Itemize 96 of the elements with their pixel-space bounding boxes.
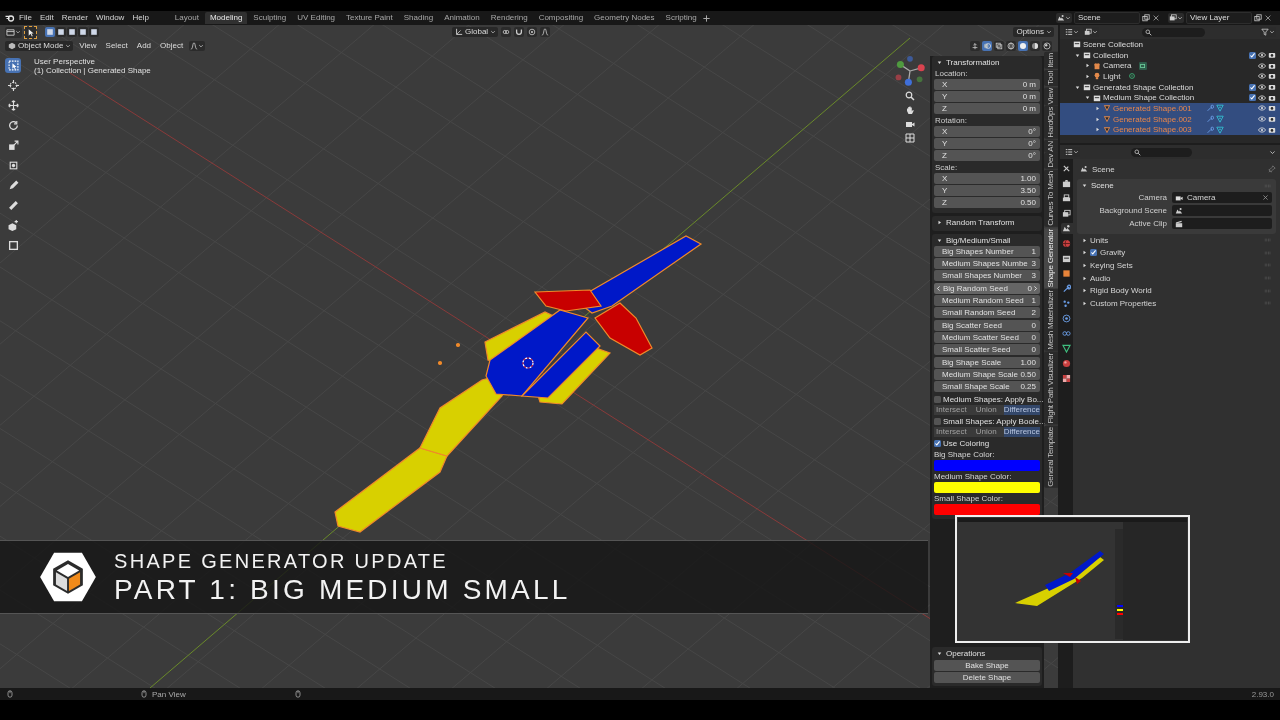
field-label: Active Clip	[1128, 219, 1168, 228]
sidebar-tab[interactable]: Dev	[1044, 153, 1058, 170]
subpanel-header[interactable]: Custom Properties	[1077, 296, 1276, 310]
field-label: Big Shape Color:	[934, 450, 996, 460]
number-field[interactable]: Small Scatter Seed 0	[934, 344, 1040, 355]
view-name: User Perspective	[34, 57, 96, 66]
workspace-tab[interactable]: Shading	[398, 12, 439, 24]
object-field[interactable]: Camera	[1172, 192, 1272, 203]
workspace-tab[interactable]: Geometry Nodes	[589, 12, 660, 24]
view-layer-field[interactable]: View Layer	[1186, 12, 1252, 24]
menu-item[interactable]: Help	[128, 12, 153, 24]
outliner-item[interactable]: Medium Shape Collection	[1103, 93, 1195, 103]
number-field[interactable]: Z 0.50	[934, 197, 1040, 208]
mode-dropdown[interactable]: Object Mode	[5, 40, 74, 51]
panel-title[interactable]: Scene	[1091, 181, 1114, 190]
breadcrumb: Scene	[1092, 164, 1115, 174]
checkbox-label: Small Shapes: Apply Boole...	[943, 417, 1046, 426]
number-field[interactable]: X 0 m	[934, 79, 1040, 90]
workspace-tab[interactable]: UV Editing	[292, 12, 341, 24]
subpanel-header[interactable]: Keying Sets	[1077, 259, 1276, 272]
sidebar-tab[interactable]: Curves To Mesh	[1044, 170, 1058, 227]
workspace-tab[interactable]: Scripting	[660, 12, 702, 24]
number-field[interactable]: Small Shape Scale 0.25	[934, 381, 1040, 392]
number-field[interactable]: Medium Scatter Seed 0	[934, 332, 1040, 343]
number-field[interactable]: Z 0°	[934, 150, 1040, 161]
field-label: Rotation:	[934, 116, 969, 126]
subpanel-header[interactable]: Rigid Body World	[1077, 284, 1276, 297]
workspace-tab[interactable]: Sculpting	[248, 12, 292, 24]
collection-info: (1) Collection | Generated Shape	[34, 66, 151, 75]
number-field[interactable]: Medium Random Seed 1	[934, 295, 1040, 306]
menu-item[interactable]: Add	[133, 40, 155, 51]
field-label: Camera	[1137, 193, 1168, 202]
workspace-tab[interactable]: Rendering	[485, 12, 533, 24]
operator-button[interactable]: Delete Shape	[934, 672, 1040, 683]
menu-item[interactable]: Window	[91, 12, 129, 24]
field-label: Background Scene	[1098, 206, 1168, 215]
sidebar-tab[interactable]: HardOps	[1044, 106, 1058, 139]
number-field[interactable]: Y 0°	[934, 138, 1040, 149]
outliner-item[interactable]: Light	[1103, 71, 1121, 81]
field-label: Medium Shape Color:	[934, 472, 1013, 482]
field-label: Location:	[934, 69, 969, 79]
menu-item[interactable]: Edit	[35, 12, 58, 24]
number-field[interactable]: Medium Shapes Numbe 3	[934, 258, 1040, 269]
banner-title: PART 1: BIG MEDIUM SMALL	[114, 574, 571, 606]
workspace-tab[interactable]: Compositing	[533, 12, 589, 24]
number-field[interactable]: Small Random Seed 2	[934, 307, 1040, 318]
subpanel-header[interactable]: Gravity	[1077, 246, 1276, 260]
number-field[interactable]: X 1.00	[934, 173, 1040, 184]
outliner-item[interactable]: Collection	[1093, 50, 1129, 60]
field-label: Small Shape Color:	[934, 494, 1004, 504]
sidebar-tab[interactable]: General Template	[1044, 425, 1058, 488]
number-field[interactable]: Big Scatter Seed 0	[934, 320, 1040, 331]
number-field[interactable]: Z 0 m	[934, 103, 1040, 114]
workspace-tab[interactable]: Animation	[439, 12, 485, 24]
workspace-tab[interactable]: Texture Paint	[341, 12, 398, 24]
sidebar-tab[interactable]: Shape Generator	[1044, 227, 1058, 289]
menu-item[interactable]: Render	[57, 12, 92, 24]
workspace-tab[interactable]: Modeling	[204, 12, 248, 24]
sidebar-tab[interactable]: Mesh Materializer	[1044, 289, 1058, 352]
field-label: Scale:	[934, 163, 959, 173]
number-field[interactable]: Big Shape Scale 1.00	[934, 357, 1040, 368]
menu-item[interactable]: Object	[157, 40, 187, 51]
number-field[interactable]: Y 0 m	[934, 91, 1040, 102]
menu-item[interactable]: View	[76, 40, 100, 51]
menu-item[interactable]: Select	[102, 40, 131, 51]
subpanel-header[interactable]: Units	[1077, 234, 1276, 247]
workspace-tab[interactable]: Layout	[169, 12, 204, 24]
menu-item[interactable]: File	[15, 12, 36, 24]
operator-button[interactable]: Bake Shape	[934, 660, 1040, 671]
sidebar-tab[interactable]: AN	[1044, 139, 1058, 153]
panel-title[interactable]: Big/Medium/Small	[946, 236, 1011, 245]
sidebar-tab[interactable]: Item	[1044, 52, 1058, 69]
scene-field[interactable]: Scene	[1074, 12, 1140, 24]
number-field[interactable]: Big Shapes Number 1	[934, 246, 1040, 257]
checkbox-label: Use Coloring	[943, 439, 990, 448]
number-field[interactable]: Big Random Seed 0	[934, 283, 1040, 294]
number-field[interactable]: Small Shapes Number 3	[934, 270, 1040, 281]
panel-title[interactable]: Operations	[946, 649, 986, 658]
panel-title[interactable]: Random Transform	[946, 218, 1015, 227]
panel-title[interactable]: Transformation	[946, 58, 1000, 67]
number-field[interactable]: Medium Shape Scale 0.50	[934, 369, 1040, 380]
number-field[interactable]: Y 3.50	[934, 185, 1040, 196]
outliner-item[interactable]: Generated Shape Collection	[1093, 82, 1194, 92]
number-field[interactable]: X 0°	[934, 126, 1040, 137]
status-hint: Pan View	[152, 689, 186, 699]
outliner-item[interactable]: Scene Collection	[1083, 39, 1144, 49]
checkbox-label: Medium Shapes: Apply Bo...	[943, 395, 1044, 404]
sidebar-tab[interactable]: Tool	[1044, 69, 1058, 86]
options-dropdown[interactable]: Options	[1013, 27, 1054, 37]
banner-subtitle: SHAPE GENERATOR UPDATE	[114, 549, 449, 574]
subpanel-header[interactable]: Audio	[1077, 271, 1276, 285]
version-label: 2.93.0	[1251, 689, 1274, 699]
sidebar-tab[interactable]: View	[1044, 86, 1058, 106]
outliner-item[interactable]: Camera	[1103, 61, 1132, 71]
orientation-dropdown[interactable]: Global	[452, 27, 499, 37]
sidebar-tab[interactable]: Flight Path Visualizer	[1044, 352, 1058, 425]
